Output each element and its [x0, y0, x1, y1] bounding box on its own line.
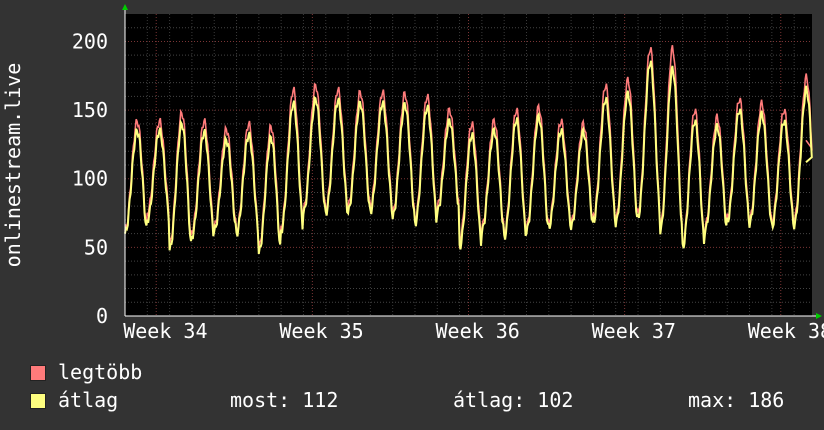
- y-tick-label: 150: [72, 98, 108, 122]
- legend-label-avg: átlag: [58, 388, 119, 412]
- stat-average: átlag: 102: [453, 388, 574, 412]
- x-tick-label: Week 38: [748, 319, 824, 343]
- legend-swatch-max: [30, 365, 46, 381]
- stat-current: most: 112: [230, 388, 339, 412]
- y-tick-label: 0: [96, 304, 108, 328]
- x-tick-label: Week 35: [279, 319, 363, 343]
- x-tick-label: Week 36: [436, 319, 520, 343]
- legend-item-avg: átlag most: 112 átlag: 102 max: 186: [30, 388, 810, 414]
- y-axis-label: onlinestream.live: [1, 63, 25, 268]
- stat-max: max: 186: [688, 388, 785, 412]
- y-tick-label: 50: [84, 235, 108, 259]
- x-tick-label: Week 34: [123, 319, 207, 343]
- legend-swatch-avg: [30, 393, 46, 409]
- y-tick-label: 200: [72, 29, 108, 53]
- legend-label-max: legtöbb: [58, 360, 143, 384]
- y-axis-arrow: [122, 4, 128, 10]
- y-tick-label: 100: [72, 167, 108, 191]
- traffic-chart: 0 50 100 150 200 Week 34 Week 35 Week 36 Week 37…: [1, 4, 824, 343]
- x-tick-label: Week 37: [592, 319, 676, 343]
